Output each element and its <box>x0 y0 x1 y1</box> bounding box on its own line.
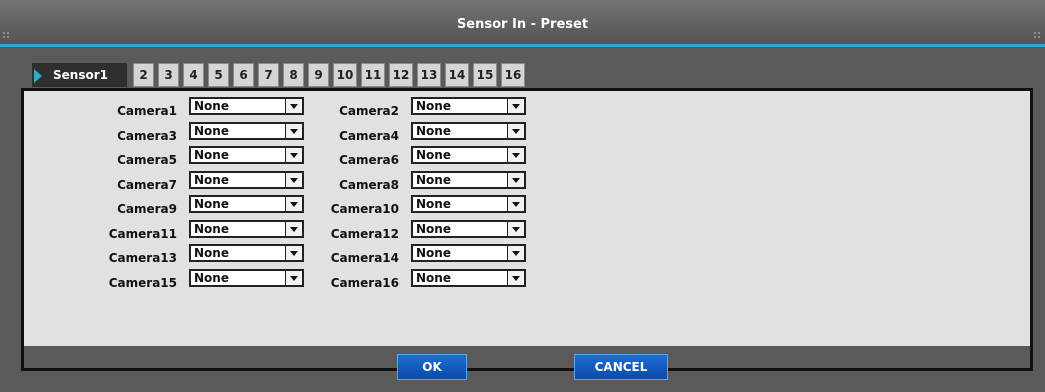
camera-preset-select-10[interactable]: None <box>411 195 526 213</box>
preset-value: None <box>416 246 451 260</box>
chevron-down-icon[interactable] <box>507 172 524 187</box>
preset-value: None <box>194 123 229 138</box>
camera-label-16: Camera16 <box>330 275 399 290</box>
camera-label-1: Camera1 <box>117 104 177 118</box>
camera-preset-select-7[interactable]: None <box>189 170 304 189</box>
camera-label-8: Camera8 <box>339 177 399 192</box>
tab-sensor-11[interactable]: 11 <box>361 63 385 87</box>
active-tab-arrow-icon <box>34 69 42 83</box>
tab-label: 6 <box>239 68 248 82</box>
tab-sensor-9[interactable]: 9 <box>308 63 329 87</box>
tab-label: 9 <box>314 68 323 82</box>
chevron-down-icon[interactable] <box>507 270 524 285</box>
camera-label-15: Camera15 <box>108 275 177 290</box>
tab-sensor-15[interactable]: 15 <box>473 63 497 87</box>
camera-label-14: Camera14 <box>330 251 399 265</box>
ok-button[interactable]: OK <box>397 354 467 380</box>
camera-preset-select-2[interactable]: None <box>411 97 526 115</box>
tab-sensor-1[interactable]: Sensor1 <box>32 63 127 87</box>
camera-label-3: Camera3 <box>117 128 177 143</box>
camera-preset-select-5[interactable]: None <box>189 146 304 164</box>
tab-sensor-12[interactable]: 12 <box>389 63 413 87</box>
resize-grip-left-icon <box>3 32 11 40</box>
tab-label: 14 <box>448 68 466 82</box>
tab-sensor-6[interactable]: 6 <box>233 63 254 87</box>
tab-label: 15 <box>476 68 494 82</box>
tab-label: 13 <box>420 68 438 82</box>
camera-preset-select-3[interactable]: None <box>189 121 304 140</box>
tab-sensor-2[interactable]: 2 <box>133 63 154 87</box>
title-bar[interactable]: Sensor In - Preset <box>0 0 1045 47</box>
tab-sensor-3[interactable]: 3 <box>158 63 179 87</box>
panel-footer-bar <box>24 346 1030 368</box>
preset-value: None <box>416 99 451 113</box>
camera-label-10: Camera10 <box>330 202 399 216</box>
camera-label-6: Camera6 <box>339 153 399 167</box>
preset-value: None <box>194 99 229 113</box>
preset-value: None <box>194 148 229 162</box>
preset-value: None <box>194 270 229 285</box>
sensor-preset-dialog: Sensor In - Preset Sensor1 2 3 4 5 6 7 8 9 10 11 12… <box>0 0 1045 392</box>
preset-value: None <box>416 148 451 162</box>
chevron-down-icon[interactable] <box>507 99 524 113</box>
tab-sensor-4[interactable]: 4 <box>183 63 204 87</box>
preset-value: None <box>194 246 229 260</box>
camera-preset-select-11[interactable]: None <box>189 219 304 238</box>
camera-label-5: Camera5 <box>117 153 177 167</box>
tab-label: 8 <box>289 68 298 82</box>
preset-value: None <box>416 197 451 211</box>
camera-preset-select-9[interactable]: None <box>189 195 304 213</box>
tab-label: 7 <box>264 68 273 82</box>
tab-label: 4 <box>189 68 198 82</box>
chevron-down-icon[interactable] <box>507 246 524 260</box>
tab-label: 10 <box>336 68 354 82</box>
preset-value: None <box>416 172 451 187</box>
tab-label: 11 <box>364 68 382 82</box>
tab-label: 3 <box>164 68 173 82</box>
camera-preset-select-12[interactable]: None <box>411 219 526 238</box>
camera-preset-select-14[interactable]: None <box>411 244 526 262</box>
tab-sensor-7[interactable]: 7 <box>258 63 279 87</box>
camera-preset-select-6[interactable]: None <box>411 146 526 164</box>
chevron-down-icon[interactable] <box>507 123 524 138</box>
tab-label: 2 <box>139 68 148 82</box>
camera-label-11: Camera11 <box>108 226 177 241</box>
camera-preset-select-13[interactable]: None <box>189 244 304 262</box>
tab-label: 12 <box>392 68 410 82</box>
tab-sensor-14[interactable]: 14 <box>445 63 469 87</box>
camera-label-12: Camera12 <box>330 226 399 241</box>
preset-value: None <box>416 270 451 285</box>
camera-label-2: Camera2 <box>339 104 399 118</box>
dialog-title: Sensor In - Preset <box>456 17 589 32</box>
cancel-button[interactable]: CANCEL <box>574 354 668 380</box>
tab-sensor-16[interactable]: 16 <box>501 63 525 87</box>
camera-preset-select-16[interactable]: None <box>411 268 526 287</box>
preset-value: None <box>416 123 451 138</box>
tab-sensor-5[interactable]: 5 <box>208 63 229 87</box>
camera-label-4: Camera4 <box>339 128 399 143</box>
camera-preset-panel: Camera1 None Camera2 None Camera3 None Camera4… <box>21 88 1033 371</box>
resize-grip-right-icon <box>1034 32 1042 40</box>
chevron-down-icon[interactable] <box>507 197 524 211</box>
camera-preset-select-15[interactable]: None <box>189 268 304 287</box>
camera-label-9: Camera9 <box>117 202 177 216</box>
preset-value: None <box>416 221 451 236</box>
tab-label: 16 <box>504 68 522 82</box>
preset-value: None <box>194 197 229 211</box>
tab-sensor-8[interactable]: 8 <box>283 63 304 87</box>
camera-preset-select-1[interactable]: None <box>189 97 304 115</box>
camera-label-13: Camera13 <box>108 251 177 265</box>
chevron-down-icon[interactable] <box>507 148 524 162</box>
camera-preset-select-4[interactable]: None <box>411 121 526 140</box>
chevron-down-icon[interactable] <box>507 221 524 236</box>
tab-sensor-10[interactable]: 10 <box>333 63 357 87</box>
tab-label: 5 <box>214 68 223 82</box>
preset-value: None <box>194 221 229 236</box>
camera-label-7: Camera7 <box>117 177 177 192</box>
preset-value: None <box>194 172 229 187</box>
tab-label: Sensor1 <box>53 68 108 82</box>
tab-sensor-13[interactable]: 13 <box>417 63 441 87</box>
camera-preset-select-8[interactable]: None <box>411 170 526 189</box>
